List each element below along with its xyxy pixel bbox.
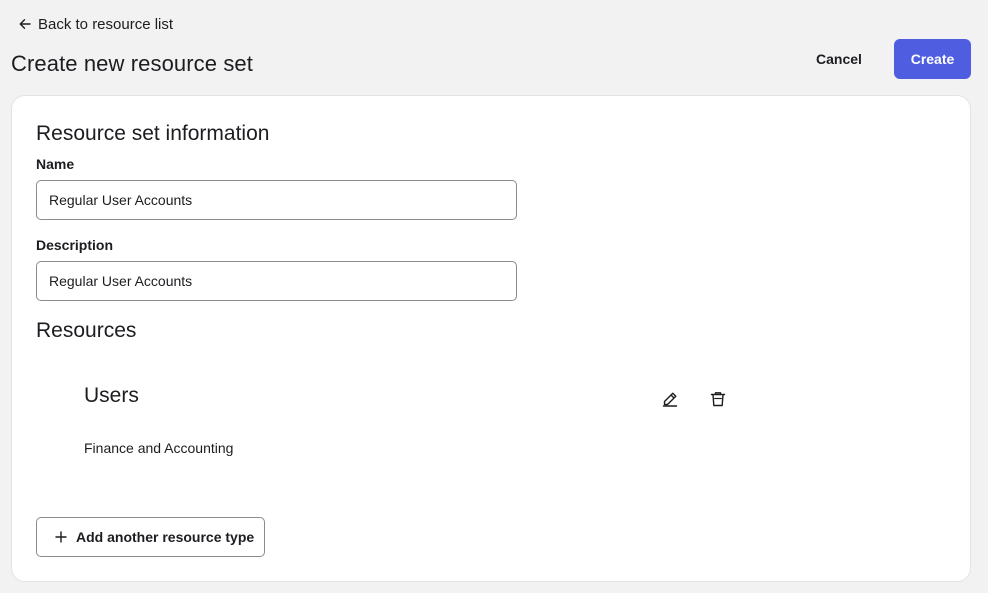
- create-button[interactable]: Create: [894, 39, 971, 79]
- description-label: Description: [36, 237, 114, 253]
- resources-heading: Resources: [36, 319, 137, 342]
- trash-icon: [710, 391, 726, 412]
- description-input[interactable]: [36, 261, 517, 301]
- name-input[interactable]: [36, 180, 517, 220]
- resource-detail: Finance and Accounting: [84, 440, 234, 456]
- delete-resource-button[interactable]: [706, 389, 730, 413]
- resource-set-information-heading: Resource set information: [36, 122, 270, 145]
- add-resource-type-label: Add another resource type: [76, 529, 255, 545]
- plus-icon: [55, 531, 67, 543]
- pencil-icon: [662, 391, 678, 412]
- resource-set-form-card: Resource set information Name Descriptio…: [11, 95, 971, 582]
- name-label: Name: [36, 156, 75, 172]
- page-title: Create new resource set: [11, 51, 253, 76]
- resource-item-users: Users Finance and Accounting: [84, 381, 744, 471]
- back-link-label: Back to resource list: [38, 15, 174, 33]
- resource-type-name: Users: [84, 384, 139, 407]
- add-another-resource-type-button[interactable]: Add another resource type: [36, 517, 265, 557]
- cancel-button[interactable]: Cancel: [806, 40, 872, 78]
- back-to-resource-list-link[interactable]: Back to resource list: [19, 14, 173, 34]
- edit-resource-button[interactable]: [658, 389, 682, 413]
- arrow-left-icon: [19, 18, 31, 30]
